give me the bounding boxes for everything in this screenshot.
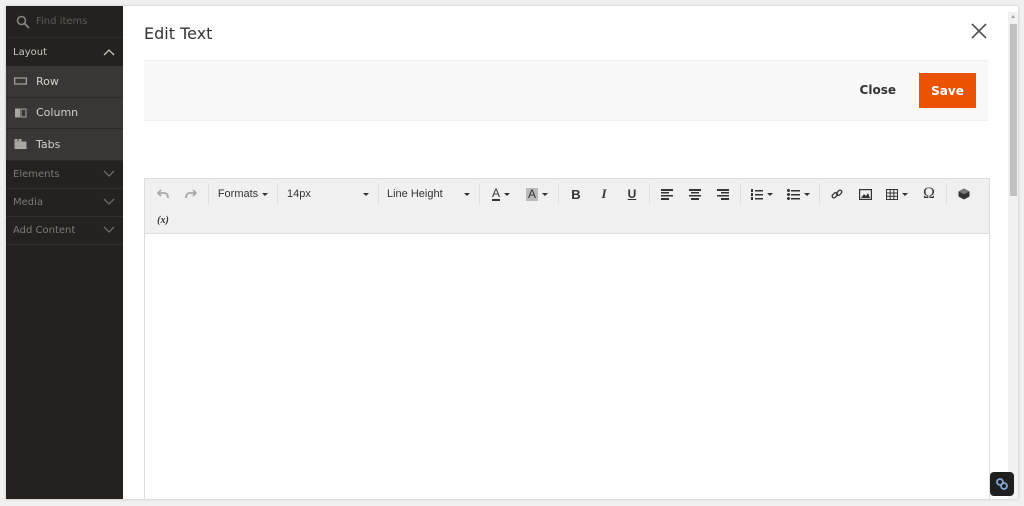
group-header-media[interactable]: Media <box>6 189 123 217</box>
line-height-dropdown[interactable]: Line Height <box>382 182 476 206</box>
page-scrollbar[interactable] <box>1008 12 1018 499</box>
modal-title: Edit Text <box>144 24 213 43</box>
line-height-label: Line Height <box>387 188 443 200</box>
sidebar-item-label: Column <box>36 106 79 120</box>
italic-button[interactable]: I <box>590 182 618 206</box>
numbered-list-icon <box>751 188 763 200</box>
caret-down-icon <box>803 192 810 196</box>
font-size-dropdown[interactable]: 14px <box>281 182 375 206</box>
toolbar-separator <box>946 183 947 205</box>
group-header-layout[interactable]: Layout <box>6 38 123 66</box>
editor-toolbar: Formats 14px Line Height A A B I U Ω (x) <box>145 179 989 234</box>
close-icon[interactable] <box>970 22 988 40</box>
align-right-button[interactable] <box>709 182 737 206</box>
row-icon <box>14 77 27 85</box>
text-color-icon: A <box>491 186 500 201</box>
modal-action-bar: Close Save <box>144 60 988 121</box>
background-color-button[interactable]: A <box>519 182 555 206</box>
caret-down-icon <box>542 192 548 196</box>
page-builder-panel: Layout Row Column Tabs Elements Media Ad… <box>6 6 123 499</box>
toolbar-separator <box>208 183 209 205</box>
scrollbar-thumb[interactable] <box>1010 24 1017 196</box>
caret-down-icon <box>363 192 369 196</box>
bold-icon: B <box>571 186 581 202</box>
chevron-down-icon <box>103 226 115 233</box>
chevron-down-icon <box>103 198 115 205</box>
group-label: Add Content <box>13 224 76 236</box>
redo-icon <box>185 189 197 199</box>
bullet-list-button[interactable] <box>780 182 816 206</box>
chevron-down-icon <box>103 170 115 177</box>
close-button[interactable]: Close <box>860 83 896 97</box>
italic-icon: I <box>601 186 607 201</box>
group-header-add-content[interactable]: Add Content <box>6 217 123 245</box>
toolbar-separator <box>378 183 379 205</box>
link-icon <box>831 189 843 199</box>
search-bar <box>6 6 123 38</box>
undo-icon <box>157 189 169 199</box>
find-items-input[interactable] <box>36 16 116 27</box>
toolbar-separator <box>277 183 278 205</box>
save-button[interactable]: Save <box>919 73 976 108</box>
background-color-icon: A <box>525 186 538 201</box>
caret-down-icon <box>902 192 908 196</box>
align-left-button[interactable] <box>653 182 681 206</box>
toolbar-separator <box>558 183 559 205</box>
omega-icon: Ω <box>923 185 935 202</box>
bullet-list-icon <box>786 188 800 200</box>
wysiwyg-editor: Formats 14px Line Height A A B I U Ω (x) <box>144 178 990 499</box>
underline-button[interactable]: U <box>618 182 646 206</box>
sidebar-item-row[interactable]: Row <box>6 66 123 98</box>
insert-variable-button[interactable]: (x) <box>149 208 177 232</box>
group-header-elements[interactable]: Elements <box>6 161 123 189</box>
formats-dropdown[interactable]: Formats <box>212 182 274 206</box>
text-color-button[interactable]: A <box>483 182 519 206</box>
toolbar-separator <box>479 183 480 205</box>
toolbar-separator <box>649 183 650 205</box>
image-icon <box>858 188 872 200</box>
caret-down-icon <box>262 192 269 196</box>
tabs-icon <box>14 139 27 150</box>
sidebar-item-label: Row <box>36 74 59 88</box>
insert-image-button[interactable] <box>851 182 879 206</box>
scroll-up-arrow-icon[interactable] <box>1011 15 1015 18</box>
editor-content-area[interactable] <box>145 234 989 499</box>
underline-icon: U <box>627 187 637 201</box>
widget-icon <box>958 188 970 200</box>
insert-widget-button[interactable] <box>950 182 978 206</box>
group-label: Layout <box>13 46 47 58</box>
caret-down-icon <box>504 192 510 196</box>
edit-text-modal: Edit Text Close Save Formats 14px Line H… <box>123 6 1008 499</box>
bold-button[interactable]: B <box>562 182 590 206</box>
redo-button[interactable] <box>177 182 205 206</box>
link-chain-icon <box>996 478 1008 490</box>
page-frame: Layout Row Column Tabs Elements Media Ad… <box>6 6 1018 499</box>
align-left-icon <box>661 188 673 200</box>
variable-icon: (x) <box>157 214 169 226</box>
floating-link-button[interactable] <box>990 472 1014 496</box>
search-icon <box>16 15 30 29</box>
special-character-button[interactable]: Ω <box>915 182 943 206</box>
sidebar-item-label: Tabs <box>36 137 61 151</box>
numbered-list-button[interactable] <box>744 182 780 206</box>
align-center-icon <box>689 188 701 200</box>
sidebar-item-tabs[interactable]: Tabs <box>6 129 123 161</box>
table-icon <box>886 188 898 200</box>
toolbar-separator <box>819 183 820 205</box>
undo-button[interactable] <box>149 182 177 206</box>
align-center-button[interactable] <box>681 182 709 206</box>
font-size-value: 14px <box>287 188 311 200</box>
toolbar-separator <box>740 183 741 205</box>
sidebar-item-column[interactable]: Column <box>6 97 123 129</box>
insert-table-button[interactable] <box>879 182 915 206</box>
group-label: Media <box>13 196 44 208</box>
align-right-icon <box>717 188 729 200</box>
insert-link-button[interactable] <box>823 182 851 206</box>
chevron-up-icon <box>103 49 115 56</box>
caret-down-icon <box>464 192 470 196</box>
group-label: Elements <box>13 168 60 180</box>
column-icon <box>15 108 27 118</box>
caret-down-icon <box>767 192 773 196</box>
formats-label: Formats <box>217 188 259 200</box>
